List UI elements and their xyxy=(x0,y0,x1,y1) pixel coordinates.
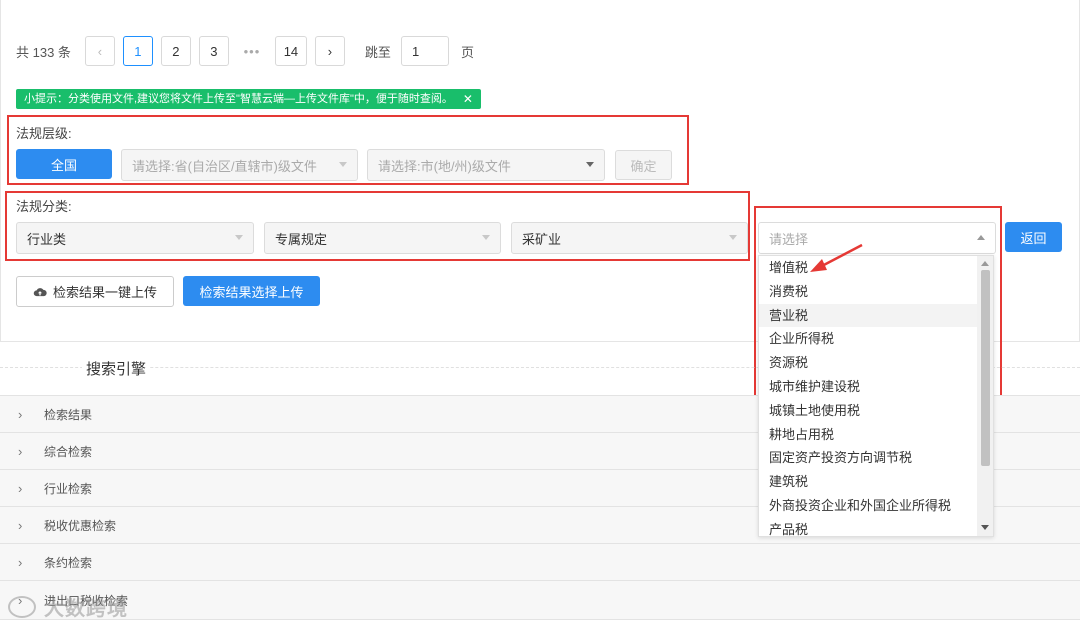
annotation-arrow-icon xyxy=(810,243,863,272)
dropdown-scrollbar[interactable] xyxy=(977,256,993,536)
next-page-button[interactable]: › xyxy=(314,36,345,66)
chevron-right-icon: › xyxy=(18,554,23,570)
chevron-right-icon: › xyxy=(18,480,23,496)
dropdown-option[interactable]: 城市维护建设税 xyxy=(759,375,979,399)
level-label: 法规层级: xyxy=(16,126,72,141)
mining-select[interactable]: 采矿业 xyxy=(511,222,748,254)
jump-page-input[interactable] xyxy=(400,36,449,66)
chevron-right-icon: › xyxy=(327,43,333,59)
page-14-button[interactable]: 14 xyxy=(274,36,307,66)
collapse-row-treaty[interactable]: › 条约检索 xyxy=(0,543,1080,580)
chevron-left-icon: ‹ xyxy=(97,43,103,59)
page-2-button[interactable]: 2 xyxy=(160,36,191,66)
dropdown-option[interactable]: 产品税 xyxy=(759,518,979,536)
chevron-right-icon: › xyxy=(18,406,23,422)
city-placeholder: 请选择:市(地/州)级文件 xyxy=(378,158,511,174)
cloud-upload-icon xyxy=(33,287,47,296)
province-placeholder: 请选择:省(自治区/直辖市)级文件 xyxy=(132,158,317,174)
confirm-button[interactable]: 确定 xyxy=(615,150,672,180)
collapse-row-label: 条约检索 xyxy=(44,555,93,570)
prev-page-button[interactable]: ‹ xyxy=(84,36,115,66)
mining-value: 采矿业 xyxy=(522,231,562,247)
page-unit-label: 页 xyxy=(460,44,474,60)
category-label: 法规分类: xyxy=(16,199,72,214)
tax-type-select[interactable]: 请选择 xyxy=(758,222,996,254)
search-engine-title: 搜索引擎 xyxy=(82,358,151,379)
dropdown-option[interactable]: 消费税 xyxy=(759,280,979,304)
dropdown-option[interactable]: 企业所得税 xyxy=(759,327,979,351)
page-1-button[interactable]: 1 xyxy=(122,36,153,66)
page-3-button[interactable]: 3 xyxy=(198,36,229,66)
dropdown-option[interactable]: 城镇土地使用税 xyxy=(759,399,979,423)
tip-banner: 小提示：分类使用文件,建议您将文件上传至"智慧云端—上传文件库"中，便于随时查阅… xyxy=(16,89,481,109)
watermark-logo-icon xyxy=(8,595,36,618)
dropdown-option[interactable]: 资源税 xyxy=(759,351,979,375)
dropdown-option[interactable]: 营业税 xyxy=(759,303,979,328)
scroll-up-icon[interactable] xyxy=(981,261,989,266)
jump-label: 跳至 xyxy=(364,44,391,60)
chevron-right-icon: › xyxy=(18,443,23,459)
chevron-down-icon xyxy=(482,235,490,240)
dropdown-option[interactable]: 外商投资企业和外国企业所得税 xyxy=(759,494,979,518)
tip-text: 小提示：分类使用文件,建议您将文件上传至"智慧云端—上传文件库"中，便于随时查阅… xyxy=(24,93,453,105)
collapse-row-label: 税收优惠检索 xyxy=(44,518,117,533)
collapse-row-label: 行业检索 xyxy=(44,481,93,496)
close-icon[interactable]: ✕ xyxy=(463,89,473,109)
collapse-row-label: 综合检索 xyxy=(44,444,93,459)
scroll-down-icon[interactable] xyxy=(981,525,989,530)
special-rules-value: 专属规定 xyxy=(275,231,328,247)
special-rules-select[interactable]: 专属规定 xyxy=(264,222,501,254)
upload-all-button[interactable]: 检索结果一键上传 xyxy=(16,276,174,307)
chevron-up-icon xyxy=(977,235,985,240)
chevron-down-icon xyxy=(586,162,594,167)
collapse-row-import-export[interactable]: › 进出口税收检索 xyxy=(0,580,1080,620)
watermark: 大数跨境 xyxy=(8,592,128,621)
dropdown-option[interactable]: 建筑税 xyxy=(759,470,979,494)
all-country-button[interactable]: 全国 xyxy=(16,149,112,179)
dropdown-option[interactable]: 耕地占用税 xyxy=(759,423,979,447)
more-pages-ellipsis[interactable]: ••• xyxy=(236,36,267,66)
upload-all-label: 检索结果一键上传 xyxy=(52,285,157,300)
scrollbar-thumb[interactable] xyxy=(981,270,990,466)
province-select[interactable]: 请选择:省(自治区/直辖市)级文件 xyxy=(121,149,358,181)
tax-type-dropdown[interactable]: 增值税 消费税 营业税 企业所得税 资源税 城市维护建设税 城镇土地使用税 耕地… xyxy=(758,255,994,537)
chevron-down-icon xyxy=(729,235,737,240)
dropdown-option[interactable]: 固定资产投资方向调节税 xyxy=(759,446,979,470)
collapse-row-label: 检索结果 xyxy=(44,407,93,422)
industry-type-select[interactable]: 行业类 xyxy=(16,222,254,254)
back-button[interactable]: 返回 xyxy=(1005,222,1062,252)
total-count: 共 133 条 xyxy=(16,44,71,60)
watermark-text: 大数跨境 xyxy=(44,598,128,620)
city-select[interactable]: 请选择:市(地/州)级文件 xyxy=(367,149,605,181)
chevron-down-icon xyxy=(235,235,243,240)
industry-type-value: 行业类 xyxy=(27,231,67,247)
pagination: 共 133 条 ‹ 1 2 3 ••• 14 › 跳至 页 xyxy=(16,36,474,66)
chevron-down-icon xyxy=(339,162,347,167)
chevron-right-icon: › xyxy=(18,517,23,533)
upload-selected-button[interactable]: 检索结果选择上传 xyxy=(183,276,320,306)
